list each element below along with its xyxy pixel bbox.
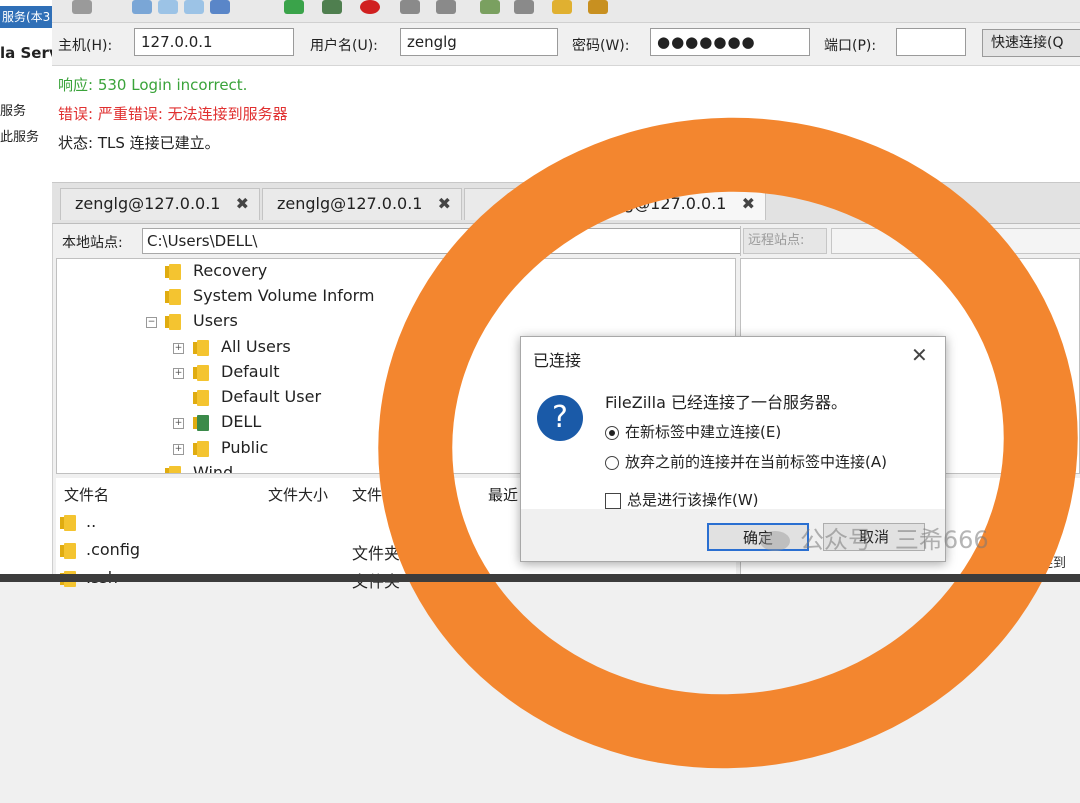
local-site-label: 本地站点: [62, 235, 123, 251]
tree-node-windows[interactable]: Wind [165, 463, 233, 473]
question-icon: ? [537, 395, 583, 441]
bottom-edge-bar [0, 574, 1080, 582]
tree-node-default[interactable]: Default [193, 362, 279, 381]
transfer-queue-icon[interactable] [210, 0, 230, 14]
tree-node-public[interactable]: Public [193, 438, 268, 457]
folder-icon [165, 313, 181, 330]
close-icon[interactable]: ✕ [911, 343, 928, 367]
dialog-title: 已连接 [533, 351, 582, 370]
find-files-icon[interactable] [588, 0, 608, 14]
local-path-value: C:\Users\DELL\ [147, 232, 258, 250]
toggle-remote-tree-icon[interactable] [184, 0, 204, 14]
radio-selected-icon[interactable] [605, 425, 619, 440]
dialog-body: ? FileZilla 已经连接了一台服务器。 在新标签中建立连接(E) 放弃之… [521, 379, 945, 509]
folder-icon [165, 263, 181, 280]
left-window-fragment: 服务(本3 la Serv 服务 此服务 [0, 0, 62, 582]
watermark-text: 公众号 · 三希666 [800, 526, 989, 554]
tab-label: zenglg@127.0.0.1 [277, 194, 423, 213]
search-icon[interactable] [514, 0, 534, 14]
folder-icon [193, 389, 209, 406]
toggle-tree-icon[interactable] [158, 0, 178, 14]
log-line: 响应: 530 Login incorrect. [58, 74, 247, 95]
list-item[interactable]: .. [60, 512, 96, 531]
list-item[interactable]: .config [60, 540, 140, 559]
left-window-line: 此服务 [0, 130, 40, 145]
disconnect-icon[interactable] [400, 0, 420, 14]
tree-node-all-users[interactable]: All Users [193, 337, 291, 356]
close-tab-icon[interactable]: ✖ [236, 189, 249, 219]
tree-node-recovery[interactable]: Recovery [165, 261, 267, 280]
log-line-text: 严重错误: 无法连接到服务器 [97, 105, 288, 123]
tree-node-users[interactable]: Users [165, 311, 238, 330]
host-label: 主机(H): [58, 38, 113, 54]
tab-connection-1[interactable]: zenglg@127.0.0.1 ✖ [60, 188, 260, 220]
folder-icon [165, 465, 181, 473]
always-do-checkbox[interactable]: 总是进行该操作(W) [605, 489, 759, 510]
expand-icon[interactable]: + [173, 418, 184, 429]
host-input[interactable]: 127.0.0.1 [134, 28, 294, 56]
column-filename[interactable]: 文件名 [64, 484, 109, 505]
tree-node-default-user[interactable]: Default User [193, 387, 321, 406]
password-label: 密码(W): [572, 38, 630, 54]
port-input[interactable] [896, 28, 966, 56]
cancel-icon[interactable] [360, 0, 380, 14]
username-input[interactable]: zenglg [400, 28, 558, 56]
log-line: 错误: 严重错误: 无法连接到服务器 [58, 103, 288, 124]
radio-unselected-icon[interactable] [605, 455, 619, 470]
toggle-log-icon[interactable] [132, 0, 152, 14]
username-label: 用户名(U): [310, 38, 378, 54]
column-filetype[interactable]: 文件 [352, 484, 382, 505]
quickconnect-button[interactable]: 快速连接(Q [982, 29, 1080, 57]
folder-icon [193, 364, 209, 381]
expand-icon[interactable]: + [173, 368, 184, 379]
refresh-icon[interactable] [284, 0, 304, 14]
tree-node-system-volume[interactable]: System Volume Inform [165, 286, 375, 305]
compare-icon[interactable] [552, 0, 572, 14]
log-line: 状态: TLS 连接已建立。 [58, 132, 220, 153]
log-line-text: 530 Login incorrect. [97, 76, 248, 94]
process-queue-icon[interactable] [322, 0, 342, 14]
folder-icon [60, 514, 76, 531]
toolbar [52, 0, 1080, 23]
tab-label: zenglg@127.0.0.1 [75, 194, 221, 213]
radio-new-tab[interactable]: 在新标签中建立连接(E) [605, 421, 781, 442]
folder-icon [193, 440, 209, 457]
column-filesize[interactable]: 文件大小 [268, 484, 328, 505]
folder-icon [193, 339, 209, 356]
log-line-label: 响应: [58, 76, 94, 94]
user-folder-icon [193, 414, 209, 431]
folder-icon [60, 542, 76, 559]
expand-icon[interactable]: + [173, 444, 184, 455]
log-line-text: TLS 连接已建立。 [97, 134, 220, 152]
radio-current-tab[interactable]: 放弃之前的连接并在当前标签中连接(A) [605, 451, 887, 472]
tree-node-dell[interactable]: DELL [193, 412, 261, 431]
close-tab-icon[interactable]: ✖ [438, 189, 451, 219]
expand-icon[interactable]: + [173, 343, 184, 354]
tab-connection-2[interactable]: zenglg@127.0.0.1 ✖ [262, 188, 462, 220]
dialog-message: FileZilla 已经连接了一台服务器。 [605, 393, 847, 412]
reconnect-icon[interactable] [436, 0, 456, 14]
checkbox-icon[interactable] [605, 492, 621, 509]
log-line-label: 错误: [58, 105, 94, 123]
site-manager-icon[interactable] [72, 0, 92, 14]
port-label: 端口(P): [824, 38, 877, 54]
filter-icon[interactable] [480, 0, 500, 14]
collapse-icon[interactable]: − [146, 317, 157, 328]
folder-icon [165, 288, 181, 305]
left-window-app-name: la Serv [0, 44, 59, 62]
log-line-label: 状态: [58, 134, 94, 152]
password-input[interactable]: ●●●●●●● [650, 28, 810, 56]
wechat-logo-icon [760, 531, 790, 551]
left-window-line: 服务 [0, 104, 27, 119]
quickconnect-bar: 主机(H): 127.0.0.1 用户名(U): zenglg 密码(W): ●… [52, 23, 1080, 66]
ok-button[interactable]: 确定 [707, 523, 809, 551]
